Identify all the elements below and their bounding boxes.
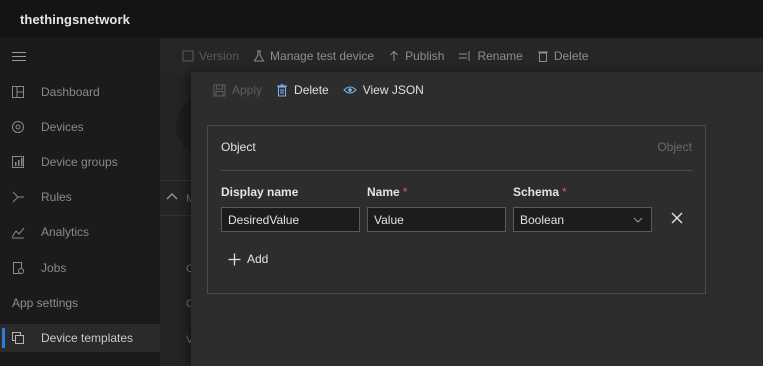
chevron-down-icon [633, 217, 643, 223]
devices-icon [12, 121, 24, 133]
object-editor-panel: Apply Delete View JSON Object Object Dis… [191, 72, 763, 366]
device-templates-icon [12, 332, 24, 344]
chevron-up-icon[interactable] [166, 192, 178, 200]
version-icon [182, 50, 194, 62]
rename-label: Rename [477, 49, 523, 63]
sidebar-item-devices[interactable]: Devices [0, 113, 160, 141]
flask-icon [253, 50, 265, 62]
name-header-text: Name [367, 185, 400, 199]
eye-icon [343, 86, 357, 94]
sidebar-item-label: Device templates [41, 331, 134, 345]
top-bar: thethingsnetwork [0, 0, 763, 38]
trash-icon [277, 83, 288, 96]
sidebar-item-jobs[interactable]: Jobs [0, 254, 160, 282]
delete-label: Delete [294, 83, 329, 97]
publish-label: Publish [405, 49, 445, 63]
sidebar-item-dashboard[interactable]: Dashboard [0, 78, 160, 106]
add-label: Add [247, 252, 269, 266]
manage-test-device-label: Manage test device [270, 49, 375, 63]
sidebar-item-device-groups[interactable]: Device groups [0, 148, 160, 176]
delete-template-label: Delete [553, 49, 589, 63]
rename-icon [459, 51, 470, 61]
sidebar: Dashboard Devices Device groups Rules An… [0, 38, 160, 366]
hamburger-menu-icon[interactable] [12, 52, 26, 62]
apply-button[interactable]: Apply [213, 83, 262, 97]
close-icon[interactable] [669, 210, 685, 226]
publish-icon [390, 50, 398, 61]
analytics-icon [11, 227, 25, 239]
sidebar-item-label: Device groups [41, 155, 118, 169]
object-card: Object Object Display name Name * Schema *… [207, 125, 706, 294]
sidebar-item-label: Rules [41, 190, 72, 204]
sidebar-item-device-templates[interactable]: Device templates [0, 324, 160, 352]
sidebar-item-label: Devices [41, 120, 84, 134]
dashboard-icon [12, 86, 24, 98]
trash-icon [537, 51, 548, 62]
brand-name[interactable]: thethingsnetwork [20, 12, 130, 27]
delete-template-button[interactable]: Delete [537, 49, 589, 63]
schema-value: Boolean [520, 212, 565, 227]
object-title: Object [221, 140, 256, 154]
rename-button[interactable]: Rename [458, 49, 523, 63]
publish-button[interactable]: Publish [388, 49, 444, 63]
rules-icon [12, 191, 24, 203]
device-groups-icon [12, 156, 24, 168]
required-marker: * [402, 185, 408, 199]
version-label: Version [199, 49, 240, 63]
add-field-button[interactable]: Add [228, 252, 268, 266]
name-value: Value [374, 212, 404, 227]
sidebar-item-label: Jobs [41, 261, 67, 275]
delete-button[interactable]: Delete [276, 83, 329, 97]
object-type-label: Object [657, 140, 692, 154]
card-divider [221, 170, 693, 171]
display-name-value: DesiredValue [228, 212, 300, 227]
sidebar-item-label: Analytics [41, 225, 90, 239]
background-toolbar: Version Manage test device Publish Renam… [160, 38, 763, 74]
sidebar-item-rules[interactable]: Rules [0, 183, 160, 211]
view-json-label: View JSON [362, 83, 424, 97]
jobs-icon [13, 262, 24, 274]
display-name-field[interactable]: DesiredValue [221, 207, 360, 232]
name-header: Name * [367, 185, 407, 199]
plus-icon [228, 253, 241, 265]
schema-header: Schema * [513, 185, 567, 199]
schema-select[interactable]: Boolean [513, 207, 652, 232]
display-name-header-text: Display name [221, 185, 299, 199]
sidebar-section-app-settings: App settings [12, 296, 79, 310]
required-marker: * [562, 185, 567, 199]
name-field[interactable]: Value [367, 207, 506, 232]
save-icon [213, 84, 226, 96]
sidebar-item-analytics[interactable]: Analytics [0, 218, 160, 246]
panel-toolbar: Apply Delete View JSON [191, 72, 763, 108]
sidebar-item-label: Dashboard [41, 85, 100, 99]
display-name-header: Display name [221, 185, 298, 199]
schema-header-text: Schema [513, 185, 560, 199]
view-json-button[interactable]: View JSON [343, 83, 424, 97]
apply-label: Apply [232, 83, 263, 97]
manage-test-device-button[interactable]: Manage test device [253, 49, 374, 63]
version-button[interactable]: Version [182, 49, 239, 63]
